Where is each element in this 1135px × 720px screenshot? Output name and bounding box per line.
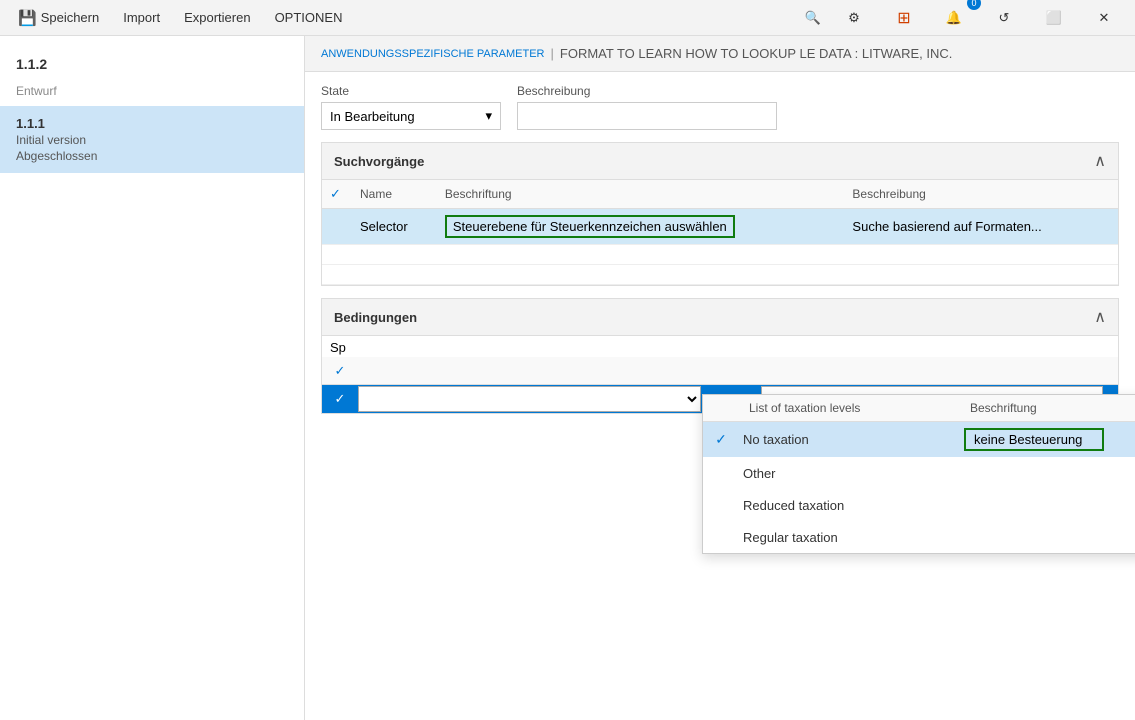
save-button[interactable]: 💾 Speichern [8,5,109,31]
table-row[interactable]: Selector Steuerebene für Steuerkennzeich… [322,209,1118,245]
dropdown-header: List of taxation levels Beschriftung [703,395,1135,422]
refresh-button[interactable]: ↺ [981,0,1027,36]
suchvorgaenge-collapse-button[interactable]: ∧ [1094,151,1106,171]
state-select[interactable]: In Bearbeitung ▾ [321,102,501,130]
col-beschreibung-header: Beschreibung [844,180,1118,209]
row-checkmark-icon: ✓ [335,391,346,406]
item-sub2: Abgeschlossen [16,149,288,163]
dropdown-item-caption-0: keine Besteuerung [956,422,1135,457]
dropdown-item-name-0: No taxation [739,426,956,453]
search-button[interactable]: 🔍 [799,4,827,32]
sidebar-version: 1.1.2 [0,48,304,80]
maximize-button[interactable]: ⬜ [1031,0,1077,36]
header-checkmark-icon: ✓ [330,186,341,201]
bedingungen-sp-label: Sp [322,336,1118,357]
caption-box-0: keine Besteuerung [964,428,1104,451]
state-field: State In Bearbeitung ▾ [321,84,501,130]
breadcrumb-part2: FORMAT TO LEARN HOW TO LOOKUP LE DATA : … [560,46,952,61]
row-name: Selector [352,209,437,245]
office-icon: ⊞ [897,8,910,28]
state-value: In Bearbeitung [330,109,415,124]
export-label: Exportieren [184,10,250,25]
beschreibung-field: Beschreibung [517,84,777,130]
dropdown-item-caption-1 [956,467,1135,479]
breadcrumb-part1[interactable]: ANWENDUNGSSPEZIFISCHE PARAMETER [321,48,545,60]
sp-text: Sp [330,340,346,355]
dropdown-col-beschriftung: Beschriftung [960,395,1135,421]
row-beschreibung: Suche basierend auf Formaten... [844,209,1118,245]
beschreibung-input[interactable] [517,102,777,130]
state-row: State In Bearbeitung ▾ Beschreibung [305,72,1135,142]
close-icon: ✕ [1099,10,1110,26]
suchvorgaenge-header[interactable]: Suchvorgänge ∧ [322,143,1118,180]
empty-row-1 [322,245,1118,265]
export-button[interactable]: Exportieren [174,6,260,29]
state-chevron-icon: ▾ [485,108,492,124]
save-icon: 💾 [18,9,37,27]
item-number: 1.1.1 [16,116,288,131]
bedingungen-header-row: ✓ [322,357,1118,385]
dropdown-item-0[interactable]: ✓ No taxation keine Besteuerung [703,422,1135,457]
bedingungen-header[interactable]: Bedingungen ∧ [322,299,1118,336]
suchvorgaenge-section: Suchvorgänge ∧ ✓ Name Beschriftung Besch… [321,142,1119,286]
import-button[interactable]: Import [113,6,170,29]
col-name-header: Name [352,180,437,209]
gear-icon: ⚙ [848,10,860,26]
sidebar: 1.1.2 Entwurf 1.1.1 Initial version Abge… [0,36,305,720]
titlebar: 💾 Speichern Import Exportieren OPTIONEN … [0,0,1135,36]
import-label: Import [123,10,160,25]
beschreibung-label: Beschreibung [517,84,777,98]
row-beschriftung: Steuerebene für Steuerkennzeichen auswäh… [437,209,845,245]
dropdown-item-name-2: Reduced taxation [739,492,956,519]
notification-wrapper: 🔔 0 [931,0,977,36]
options-button[interactable]: OPTIONEN [265,6,353,29]
dropdown-item-3[interactable]: Regular taxation [703,521,1135,553]
header-check-icon: ✓ [335,363,346,378]
main-layout: 1.1.2 Entwurf 1.1.1 Initial version Abge… [0,36,1135,720]
dropdown-panel: List of taxation levels Beschriftung ✓ N… [702,394,1135,554]
suchvorgaenge-header-row: ✓ Name Beschriftung Beschreibung [322,180,1118,209]
dropdown-item-caption-2 [956,499,1135,511]
search-icon: 🔍 [805,10,821,26]
breadcrumb-separator: | [551,46,554,61]
close-button[interactable]: ✕ [1081,0,1127,36]
col-check: ✓ [322,180,352,209]
dropdown-col-name: List of taxation levels [739,395,960,421]
breadcrumb: ANWENDUNGSSPEZIFISCHE PARAMETER | FORMAT… [305,36,1135,72]
dropdown-item-caption-3 [956,531,1135,543]
sidebar-item-1-1-1[interactable]: 1.1.1 Initial version Abgeschlossen [0,106,304,173]
maximize-icon: ⬜ [1046,10,1062,26]
bedingungen-collapse-button[interactable]: ∧ [1094,307,1106,327]
dropdown-item-name-1: Other [739,460,956,487]
content-area: ANWENDUNGSSPEZIFISCHE PARAMETER | FORMAT… [305,36,1135,720]
sidebar-draft: Entwurf [0,80,304,106]
office-button[interactable]: ⊞ [881,0,927,36]
bedingungen-select-1[interactable] [358,386,701,412]
options-label: OPTIONEN [275,10,343,25]
notification-badge: 0 [967,0,981,10]
dropdown-item-1[interactable]: Other [703,457,1135,489]
row-beschriftung-value: Steuerebene für Steuerkennzeichen auswäh… [453,219,727,234]
col-beschriftung-header: Beschriftung [437,180,845,209]
row-check [322,209,352,245]
suchvorgaenge-title: Suchvorgänge [334,154,424,169]
empty-row-2 [322,265,1118,285]
item-sub1: Initial version [16,133,288,147]
bedingungen-header-check: ✓ [322,363,358,379]
dropdown-check-0-icon: ✓ [703,431,739,448]
row-checkmark-cell: ✓ [322,391,358,407]
refresh-icon: ↺ [999,10,1010,26]
notification-icon: 🔔 [946,10,962,26]
save-label: Speichern [41,10,100,25]
dropdown-item-name-3: Regular taxation [739,524,956,551]
state-label: State [321,84,501,98]
suchvorgaenge-table: ✓ Name Beschriftung Beschreibung Selecto… [322,180,1118,285]
gear-button[interactable]: ⚙ [831,0,877,36]
bedingungen-title: Bedingungen [334,310,417,325]
dropdown-item-2[interactable]: Reduced taxation [703,489,1135,521]
